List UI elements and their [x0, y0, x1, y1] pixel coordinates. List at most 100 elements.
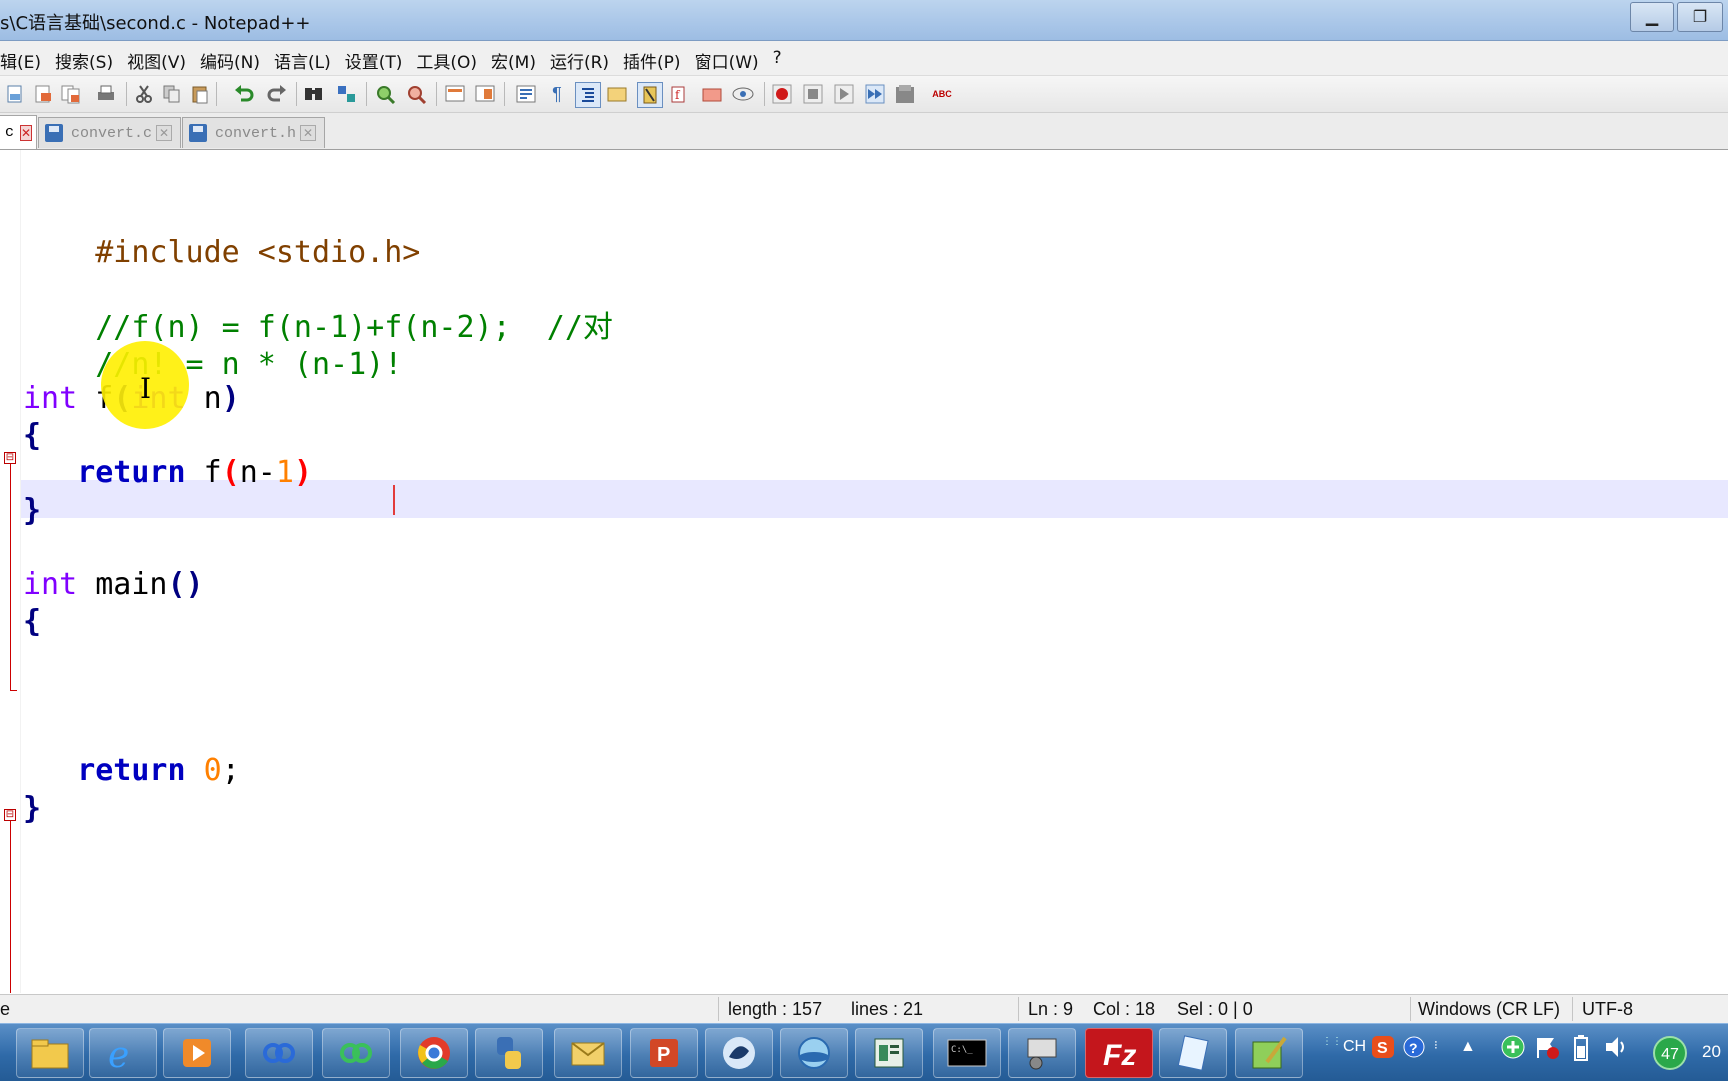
function-list-icon[interactable]: f — [667, 82, 691, 106]
menu-encoding[interactable]: 编码(N) — [200, 41, 260, 73]
menu-language[interactable]: 语言(L) — [274, 41, 331, 73]
identifier: f — [185, 455, 222, 490]
number-literal: 1 — [275, 455, 294, 490]
menu-window[interactable]: 窗口(W) — [695, 41, 759, 73]
save-macro-icon[interactable] — [894, 82, 918, 106]
powerpoint-icon[interactable]: P — [630, 1028, 698, 1078]
menu-help[interactable]: ? — [773, 41, 782, 73]
undo-icon[interactable] — [232, 82, 256, 106]
menu-macro[interactable]: 宏(M) — [491, 41, 536, 73]
remote-desktop-icon[interactable] — [1008, 1028, 1076, 1078]
doc-map-icon[interactable] — [637, 82, 663, 108]
restore-button[interactable]: ❐ — [1677, 2, 1723, 32]
help-icon[interactable]: ? — [1402, 1034, 1426, 1065]
menu-edit[interactable]: 辑(E) — [0, 41, 41, 73]
save-all-icon[interactable] — [59, 82, 83, 106]
identifier: n- — [239, 455, 276, 490]
explorer-icon[interactable] — [16, 1028, 84, 1078]
baidu-netdisk-icon[interactable] — [245, 1028, 313, 1078]
identifier: main — [77, 567, 168, 602]
type-keyword: int — [23, 381, 78, 416]
show-all-chars-icon[interactable]: ¶ — [545, 82, 569, 106]
zoom-in-icon[interactable] — [374, 82, 398, 106]
status-selection: Sel : 0 | 0 — [1177, 999, 1253, 1019]
user-language-icon[interactable] — [605, 82, 629, 106]
notepad-icon[interactable] — [1159, 1028, 1227, 1078]
ie-icon[interactable]: e — [89, 1028, 157, 1078]
green-app-icon[interactable] — [322, 1028, 390, 1078]
cut-icon[interactable] — [132, 82, 156, 106]
notification-badge[interactable]: 47 — [1653, 1036, 1687, 1070]
paste-icon[interactable] — [188, 82, 212, 106]
redo-icon[interactable] — [265, 82, 289, 106]
window-title: s\C语言基础\second.c - Notepad++ — [0, 13, 311, 34]
open-file-icon[interactable] — [31, 82, 55, 106]
tab-convert-h[interactable]: convert.h ✕ — [182, 117, 325, 148]
sync-vertical-icon[interactable] — [444, 82, 468, 106]
run-macro-multiple-icon[interactable] — [863, 82, 887, 106]
media-player-icon[interactable] — [163, 1028, 231, 1078]
replace-icon[interactable] — [335, 82, 359, 106]
fold-collapse-icon[interactable]: ⊟ — [4, 452, 16, 464]
status-eol[interactable]: Windows (CR LF) — [1418, 999, 1560, 1020]
python-icon[interactable] — [475, 1028, 543, 1078]
svg-text:e: e — [108, 1035, 129, 1073]
tab-convert-c[interactable]: convert.c ✕ — [38, 117, 181, 148]
folder-workspace-icon[interactable] — [700, 82, 724, 106]
book-app-icon[interactable] — [855, 1028, 923, 1078]
tab-second-c[interactable]: c ✕ — [0, 115, 37, 149]
cmd-icon[interactable]: C:\_ — [933, 1028, 1001, 1078]
show-hidden-icons-icon[interactable]: ▲ — [1460, 1038, 1476, 1056]
code-editor[interactable]: ⊟ ⊟ #include <stdio.h> //f(n) = f(n-1)+f… — [0, 150, 1728, 993]
copy-icon[interactable] — [160, 82, 184, 106]
action-center-flag-icon[interactable] — [1534, 1034, 1560, 1065]
network-icon[interactable] — [780, 1028, 848, 1078]
brace-highlight: ) — [293, 455, 312, 490]
close-icon[interactable]: ✕ — [20, 124, 33, 141]
menu-settings[interactable]: 设置(T) — [345, 41, 403, 73]
text-caret — [393, 485, 395, 515]
code-line-main-open: { — [23, 601, 41, 642]
menu-plugins[interactable]: 插件(P) — [623, 41, 681, 73]
spell-check-icon[interactable]: ABC — [930, 82, 954, 106]
mail-icon[interactable] — [554, 1028, 622, 1078]
fold-collapse-icon[interactable]: ⊟ — [4, 809, 16, 821]
monitoring-icon[interactable] — [731, 82, 755, 106]
notepadpp-icon[interactable] — [1235, 1028, 1303, 1078]
menu-bar: 辑(E) 搜索(S) 视图(V) 编码(N) 语言(L) 设置(T) 工具(O)… — [0, 41, 1728, 76]
filezilla-icon[interactable]: Fz — [1085, 1028, 1153, 1078]
close-icon[interactable]: ✕ — [300, 125, 317, 141]
title-bar: s\C语言基础\second.c - Notepad++ ▁ ❐ — [0, 0, 1728, 41]
word-wrap-icon[interactable] — [514, 82, 538, 106]
status-encoding[interactable]: UTF-8 — [1582, 999, 1633, 1020]
sync-horizontal-icon[interactable] — [474, 82, 498, 106]
menu-search[interactable]: 搜索(S) — [55, 41, 113, 73]
indent-guide-icon[interactable] — [575, 82, 601, 108]
close-icon[interactable]: ✕ — [156, 125, 173, 141]
print-icon[interactable] — [94, 82, 118, 106]
tray-app-icon[interactable] — [1500, 1034, 1526, 1065]
code-line-return-f: return f(n-1) — [23, 452, 312, 493]
menu-run[interactable]: 运行(R) — [550, 41, 609, 73]
volume-icon[interactable] — [1604, 1034, 1630, 1065]
clock[interactable]: 20 — [1702, 1042, 1721, 1062]
find-icon[interactable] — [302, 82, 326, 106]
sogou-ime-icon[interactable]: S — [1372, 1034, 1394, 1065]
battery-icon[interactable] — [1572, 1034, 1590, 1067]
record-macro-icon[interactable] — [770, 82, 794, 106]
stop-record-icon[interactable] — [801, 82, 825, 106]
ime-indicator[interactable]: CH — [1343, 1038, 1366, 1056]
tab-bar: c ✕ convert.c ✕ convert.h ✕ — [0, 113, 1728, 150]
menu-tools[interactable]: 工具(O) — [416, 41, 477, 73]
play-macro-icon[interactable] — [832, 82, 856, 106]
minimize-button[interactable]: ▁ — [1630, 2, 1674, 32]
zoom-out-icon[interactable] — [405, 82, 429, 106]
code-line-main-signature: int main() — [23, 564, 204, 605]
save-disk-icon — [189, 124, 207, 142]
tray-settings-icon[interactable]: ⁝ — [1434, 1038, 1438, 1052]
menu-view[interactable]: 视图(V) — [127, 41, 186, 73]
chrome-icon[interactable] — [400, 1028, 468, 1078]
svg-text:P: P — [657, 1044, 670, 1066]
fish-app-icon[interactable] — [705, 1028, 773, 1078]
new-file-icon[interactable] — [3, 82, 27, 106]
